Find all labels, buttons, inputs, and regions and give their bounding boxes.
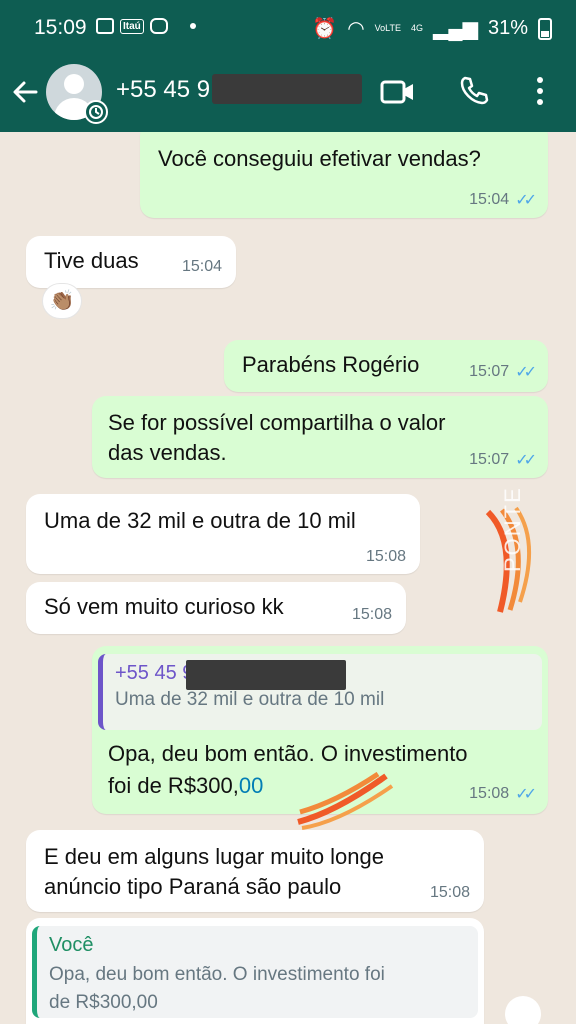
notification-icons: Itaú bbox=[96, 18, 196, 34]
message-text: Tive duas bbox=[44, 248, 139, 273]
quote-author: Você bbox=[49, 934, 94, 956]
signal-icon: ▂▄▆ bbox=[433, 18, 478, 40]
message-text: Você conseguiu efetivar vendas? bbox=[158, 146, 481, 171]
message-line: das vendas. bbox=[108, 440, 227, 465]
message-incoming[interactable]: Só vem muito curioso kk 15:08 bbox=[26, 582, 406, 634]
message-text: E deu em alguns lugar muito longe anúnci… bbox=[44, 842, 384, 902]
message-time: 15:08 bbox=[469, 785, 510, 802]
watermark-logo bbox=[297, 772, 394, 830]
status-time: 15:09 bbox=[34, 16, 87, 39]
message-line: Se for possível compartilha o valor bbox=[108, 410, 446, 435]
quote-text: Uma de 32 mil e outra de 10 mil bbox=[115, 689, 385, 710]
chat-header: +55 45 9 bbox=[0, 56, 576, 132]
reaction-clap[interactable]: 👏🏽 bbox=[42, 283, 82, 319]
watermark-text: PONTE bbox=[500, 486, 525, 572]
message-meta: 15:08 ✓✓ bbox=[469, 784, 537, 804]
video-call-icon[interactable] bbox=[380, 78, 416, 106]
status-bar: 15:09 Itaú ⏰ ◠ VoLTE 4G ▂▄▆ 31% bbox=[0, 0, 576, 56]
message-text: Uma de 32 mil e outra de 10 mil bbox=[44, 508, 356, 533]
network-type-icon: 4G bbox=[411, 23, 424, 33]
message-meta: 15:08 bbox=[430, 884, 470, 902]
message-time: 15:08 bbox=[351, 606, 392, 623]
message-line: foi de R$300,00 bbox=[108, 770, 468, 802]
message-line-part: foi de R$300, bbox=[108, 773, 239, 798]
message-meta: 15:08 bbox=[352, 606, 392, 624]
wifi-icon: ◠ bbox=[347, 18, 365, 40]
redacted-phone-number bbox=[212, 74, 362, 104]
message-time: 15:07 bbox=[469, 451, 510, 468]
message-line: E deu em alguns lugar muito longe bbox=[44, 844, 384, 869]
message-time: 15:07 bbox=[469, 363, 510, 380]
message-text: Só vem muito curioso kk bbox=[44, 594, 284, 619]
message-text: Se for possível compartilha o valor das … bbox=[108, 408, 446, 468]
message-time: 15:08 bbox=[429, 884, 470, 901]
message-outgoing[interactable]: Parabéns Rogério 15:07 ✓✓ bbox=[224, 340, 548, 392]
gallery-icon bbox=[96, 18, 114, 34]
quote-line: de R$300,00 bbox=[49, 992, 158, 1013]
read-receipt-icon: ✓✓ bbox=[515, 452, 537, 469]
disappearing-messages-icon bbox=[84, 100, 108, 124]
alarm-icon: ⏰ bbox=[312, 18, 338, 40]
message-meta: 15:04 bbox=[182, 258, 222, 276]
message-meta: 15:07 ✓✓ bbox=[469, 450, 537, 470]
message-time: 15:04 bbox=[181, 258, 222, 275]
more-options-icon[interactable] bbox=[530, 74, 550, 108]
message-time: 15:08 bbox=[365, 548, 406, 565]
more-notifications-icon bbox=[189, 23, 196, 29]
message-incoming[interactable]: Tive duas 15:04 bbox=[26, 236, 236, 288]
message-meta: 15:07 ✓✓ bbox=[469, 362, 537, 382]
redacted-phone-number bbox=[186, 660, 346, 690]
message-outgoing[interactable]: Se for possível compartilha o valor das … bbox=[92, 396, 548, 478]
chat-area[interactable]: PONTE Você conseguiu efetivar vendas? 15… bbox=[0, 132, 576, 1024]
quote-line: Opa, deu bom então. O investimento foi bbox=[49, 964, 385, 985]
read-receipt-icon: ✓✓ bbox=[515, 364, 537, 381]
message-incoming[interactable]: E deu em alguns lugar muito longe anúnci… bbox=[26, 830, 484, 912]
read-receipt-icon: ✓✓ bbox=[515, 786, 537, 803]
volte-icon: VoLTE bbox=[374, 23, 402, 33]
instagram-icon bbox=[149, 18, 168, 34]
quoted-message[interactable]: Você Opa, deu bom então. O investimento … bbox=[32, 926, 478, 1018]
contact-name[interactable]: +55 45 9 bbox=[116, 76, 210, 104]
read-receipt-icon: ✓✓ bbox=[515, 192, 537, 209]
avatar-head bbox=[64, 74, 84, 94]
message-time: 15:04 bbox=[469, 191, 510, 208]
message-text: Opa, deu bom então. O investimento foi d… bbox=[108, 738, 468, 802]
scroll-emoji-button[interactable] bbox=[505, 996, 541, 1024]
message-line-cents: 00 bbox=[238, 773, 264, 798]
back-arrow-icon[interactable] bbox=[10, 72, 46, 112]
system-icons: ⏰ ◠ VoLTE 4G ▂▄▆ 31% bbox=[312, 16, 552, 41]
quote-text: Opa, deu bom então. O investimento foi d… bbox=[49, 961, 466, 1017]
voice-call-icon[interactable] bbox=[458, 74, 490, 106]
message-meta: 15:04 ✓✓ bbox=[469, 190, 537, 210]
battery-percent: 31% bbox=[487, 17, 528, 39]
message-line: Opa, deu bom então. O investimento bbox=[108, 741, 468, 766]
message-meta: 15:08 bbox=[366, 548, 406, 566]
message-text: Parabéns Rogério bbox=[242, 352, 420, 377]
battery-icon bbox=[538, 17, 552, 40]
message-incoming-reply[interactable]: Você Opa, deu bom então. O investimento … bbox=[26, 918, 484, 1024]
itau-icon: Itaú bbox=[120, 18, 144, 34]
message-outgoing[interactable]: Você conseguiu efetivar vendas? 15:04 ✓✓ bbox=[140, 132, 548, 218]
message-incoming[interactable]: Uma de 32 mil e outra de 10 mil 15:08 bbox=[26, 494, 420, 574]
message-line: anúncio tipo Paraná são paulo bbox=[44, 874, 342, 899]
